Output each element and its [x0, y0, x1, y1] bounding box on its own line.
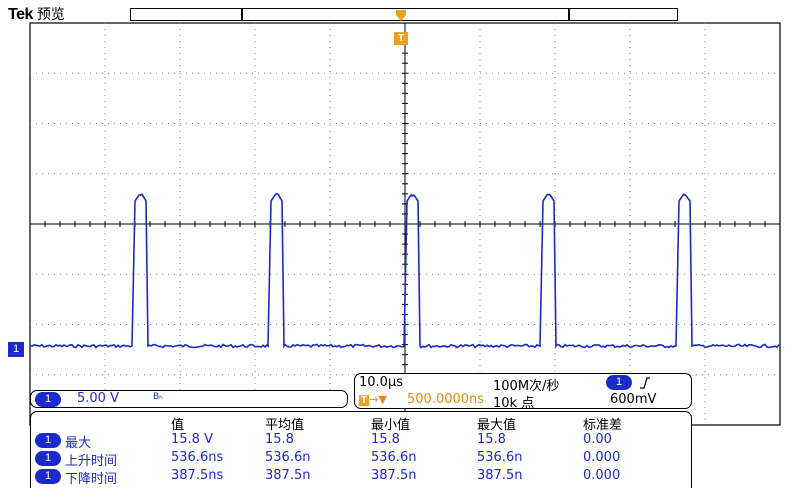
measurement-mean: 387.5n	[265, 468, 311, 483]
channel-1-badge: 1	[35, 392, 61, 407]
measurement-mean: 15.8	[265, 432, 294, 447]
column-header-stddev: 标准差	[583, 418, 623, 433]
measurement-stddev: 0.000	[583, 468, 621, 483]
column-header-mean: 平均值	[265, 418, 305, 433]
measurement-value: 387.5ns	[171, 468, 224, 483]
channel-1-ground-marker[interactable]: 1	[8, 342, 24, 357]
measurement-stddev: 0.00	[583, 432, 612, 447]
measurement-row[interactable]: 1 下降时间 387.5ns 387.5n 387.5n 387.5n 0.00…	[31, 468, 691, 487]
measurement-name: 最大	[65, 436, 92, 451]
measurement-row[interactable]: 1 上升时间 536.6ns 536.6n 536.6n 536.6n 0.00…	[31, 450, 691, 469]
measurement-max: 387.5n	[477, 468, 523, 483]
measurement-stddev: 0.000	[583, 450, 621, 465]
measurement-value: 536.6ns	[171, 450, 224, 465]
measurement-max: 536.6n	[477, 450, 523, 465]
horizontal-position-value: 500.0000ns	[407, 392, 485, 407]
measurement-min: 15.8	[371, 432, 400, 447]
column-header-value: 值	[171, 418, 185, 433]
horizontal-position-icon: T →▼	[359, 393, 387, 406]
measurement-name: 下降时间	[65, 472, 118, 487]
measurement-min: 536.6n	[371, 450, 417, 465]
measurement-value: 15.8 V	[171, 432, 213, 447]
trigger-level: 600mV	[610, 392, 657, 407]
column-header-max: 最大值	[477, 418, 517, 433]
record-length: 10k 点	[493, 396, 535, 411]
timebase-panel[interactable]: 10.0µs 100M次/秒 1 T →▼ 500.0000ns 10k 点 60…	[354, 373, 692, 411]
measurement-row[interactable]: 1 最大 15.8 V 15.8 15.8 15.8 0.00	[31, 432, 691, 451]
measurement-name: 上升时间	[65, 454, 118, 469]
measurements-panel[interactable]: 值 平均值 最小值 最大值 标准差 1 最大 15.8 V 15.8 15.8 …	[30, 411, 692, 488]
trigger-position-top-icon[interactable]	[396, 10, 406, 22]
trigger-source-badge: 1	[606, 375, 632, 390]
measurement-channel-badge: 1	[35, 433, 61, 448]
measurement-channel-badge: 1	[35, 469, 61, 484]
measurement-channel-badge: 1	[35, 451, 61, 466]
measurement-mean: 536.6n	[265, 450, 311, 465]
channel-scale-value: 5.00 V	[77, 391, 119, 406]
measurement-max: 15.8	[477, 432, 506, 447]
time-per-div: 10.0µs	[359, 375, 403, 390]
rising-edge-icon	[640, 377, 650, 389]
column-header-min: 最小值	[371, 418, 411, 433]
channel-scale-panel[interactable]: 1 5.00 V Bₕ	[30, 390, 348, 408]
trigger-position-icon[interactable]: T	[394, 32, 408, 45]
graticule-grid	[29, 22, 781, 426]
measurement-min: 387.5n	[371, 468, 417, 483]
bandwidth-limit-flag: Bₕ	[153, 392, 163, 402]
